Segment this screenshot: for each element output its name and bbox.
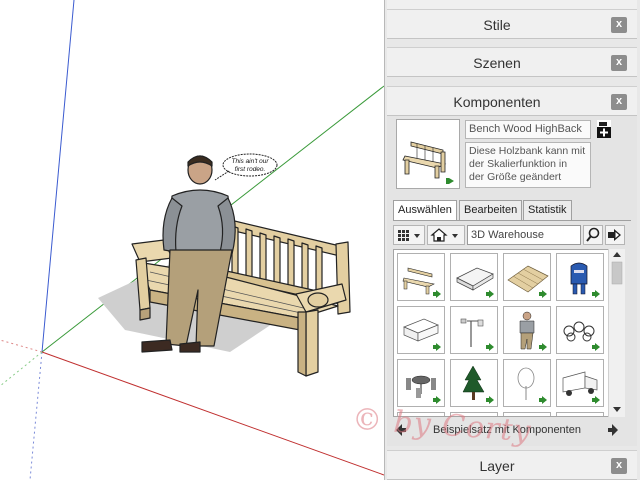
search-icon (586, 227, 600, 242)
component-grid[interactable] (393, 249, 625, 417)
thumb-bed[interactable] (450, 253, 498, 301)
create-component-button[interactable] (597, 120, 611, 138)
download-arrow-icon (486, 343, 494, 351)
thumb-tree-outline[interactable] (503, 359, 551, 407)
component-description-field[interactable]: Diese Holzbank kann mit der Skalierfunkt… (465, 142, 591, 188)
komponenten-panel-body: Bench Wood HighBack Diese Holzbank kann … (387, 116, 637, 446)
close-stile-button[interactable]: x (611, 17, 627, 33)
red-axis (41, 351, 384, 476)
close-szenen-button[interactable]: x (611, 55, 627, 71)
scroll-down-icon (613, 407, 621, 412)
scene-canvas: This ain't our first rodeo. (0, 0, 384, 480)
bench-preview-icon (402, 141, 454, 184)
thumb-partial[interactable] (450, 412, 498, 416)
download-arrow-icon (539, 343, 547, 351)
scrollbar-graphics (611, 252, 623, 412)
panel-title-szenen: Szenen (473, 55, 521, 71)
home-navigation-button[interactable] (427, 225, 465, 245)
blue-axis (41, 0, 75, 353)
green-axis-hidden (0, 351, 43, 387)
download-arrow-icon (433, 343, 441, 351)
arrow-left-icon (396, 424, 406, 436)
tab-underline (393, 220, 631, 221)
panel-title-stile: Stile (483, 17, 511, 33)
download-arrow-icon (539, 290, 547, 298)
close-layer-button[interactable]: x (611, 458, 627, 474)
close-komponenten-button[interactable]: x (611, 94, 627, 110)
description-line: der Größe geändert (469, 171, 562, 183)
default-tray: Stile x Szenen x Komponenten x Bench Woo… (384, 0, 640, 480)
description-line: der Skalierfunktion in (469, 158, 568, 170)
arrow-right-icon (608, 424, 618, 436)
forward-button[interactable] (607, 423, 619, 440)
thumb-tree[interactable] (450, 359, 498, 407)
panel-title-layer: Layer (479, 458, 515, 474)
search-input[interactable] (467, 225, 581, 245)
tab-statistik[interactable]: Statistik (523, 200, 572, 220)
thumb-lamp[interactable] (450, 306, 498, 354)
download-arrow-icon (433, 290, 441, 298)
thumb-sofa[interactable] (397, 306, 445, 354)
thumb-deck[interactable] (503, 253, 551, 301)
speech-bubble-line-1: This ain't our (231, 158, 269, 165)
arrow-right-icon (608, 229, 621, 241)
panel-layer[interactable]: Layer x (387, 450, 637, 480)
thumb-dining-set[interactable] (397, 359, 445, 407)
collection-label: Beispielsatz mit Komponenten (433, 424, 581, 436)
thumb-partial[interactable] (397, 412, 445, 416)
thumb-partial[interactable] (556, 412, 604, 416)
tab-auswaehlen[interactable]: Auswählen (393, 200, 457, 221)
thumb-truck[interactable] (556, 359, 604, 407)
grid-view-icon (398, 230, 420, 241)
thumb-person[interactable] (503, 306, 551, 354)
model-viewport[interactable]: This ain't our first rodeo. (0, 0, 384, 480)
component-preview (396, 119, 460, 189)
download-arrow-icon (592, 396, 600, 404)
panel-stile[interactable]: Stile x (387, 9, 637, 39)
download-arrow-icon (539, 396, 547, 404)
component-name-field[interactable]: Bench Wood HighBack (465, 120, 591, 139)
details-arrow-button[interactable] (605, 225, 625, 245)
download-arrow-icon (592, 290, 600, 298)
thumb-mailbox[interactable] (556, 253, 604, 301)
scroll-thumb (611, 261, 623, 285)
download-arrow-icon (486, 290, 494, 298)
description-line: Diese Holzbank kann mit (469, 145, 586, 157)
blue-axis-hidden (29, 351, 43, 480)
panel-szenen[interactable]: Szenen x (387, 47, 637, 77)
home-icon (430, 228, 458, 242)
tab-bearbeiten[interactable]: Bearbeiten (459, 200, 523, 220)
speech-bubble-line-2: first rodeo. (235, 166, 266, 173)
back-button[interactable] (395, 423, 407, 440)
thumb-partial[interactable] (503, 412, 551, 416)
search-button[interactable] (583, 225, 603, 245)
thumb-bench[interactable] (397, 253, 445, 301)
component-toolbar (393, 224, 631, 246)
download-arrow-icon (592, 343, 600, 351)
view-options-button[interactable] (393, 225, 425, 245)
download-arrow-icon (433, 396, 441, 404)
panel-title-komponenten: Komponenten (453, 94, 541, 110)
thumb-bicycles[interactable] (556, 306, 604, 354)
red-axis-hidden (0, 339, 43, 353)
scroll-up-icon (613, 252, 621, 257)
panel-komponenten[interactable]: Komponenten x (387, 86, 637, 116)
grid-scrollbar[interactable] (608, 249, 625, 417)
download-arrow-icon (486, 396, 494, 404)
collection-nav-bar: Beispielsatz mit Komponenten (393, 421, 625, 441)
add-plus-icon (597, 122, 611, 138)
